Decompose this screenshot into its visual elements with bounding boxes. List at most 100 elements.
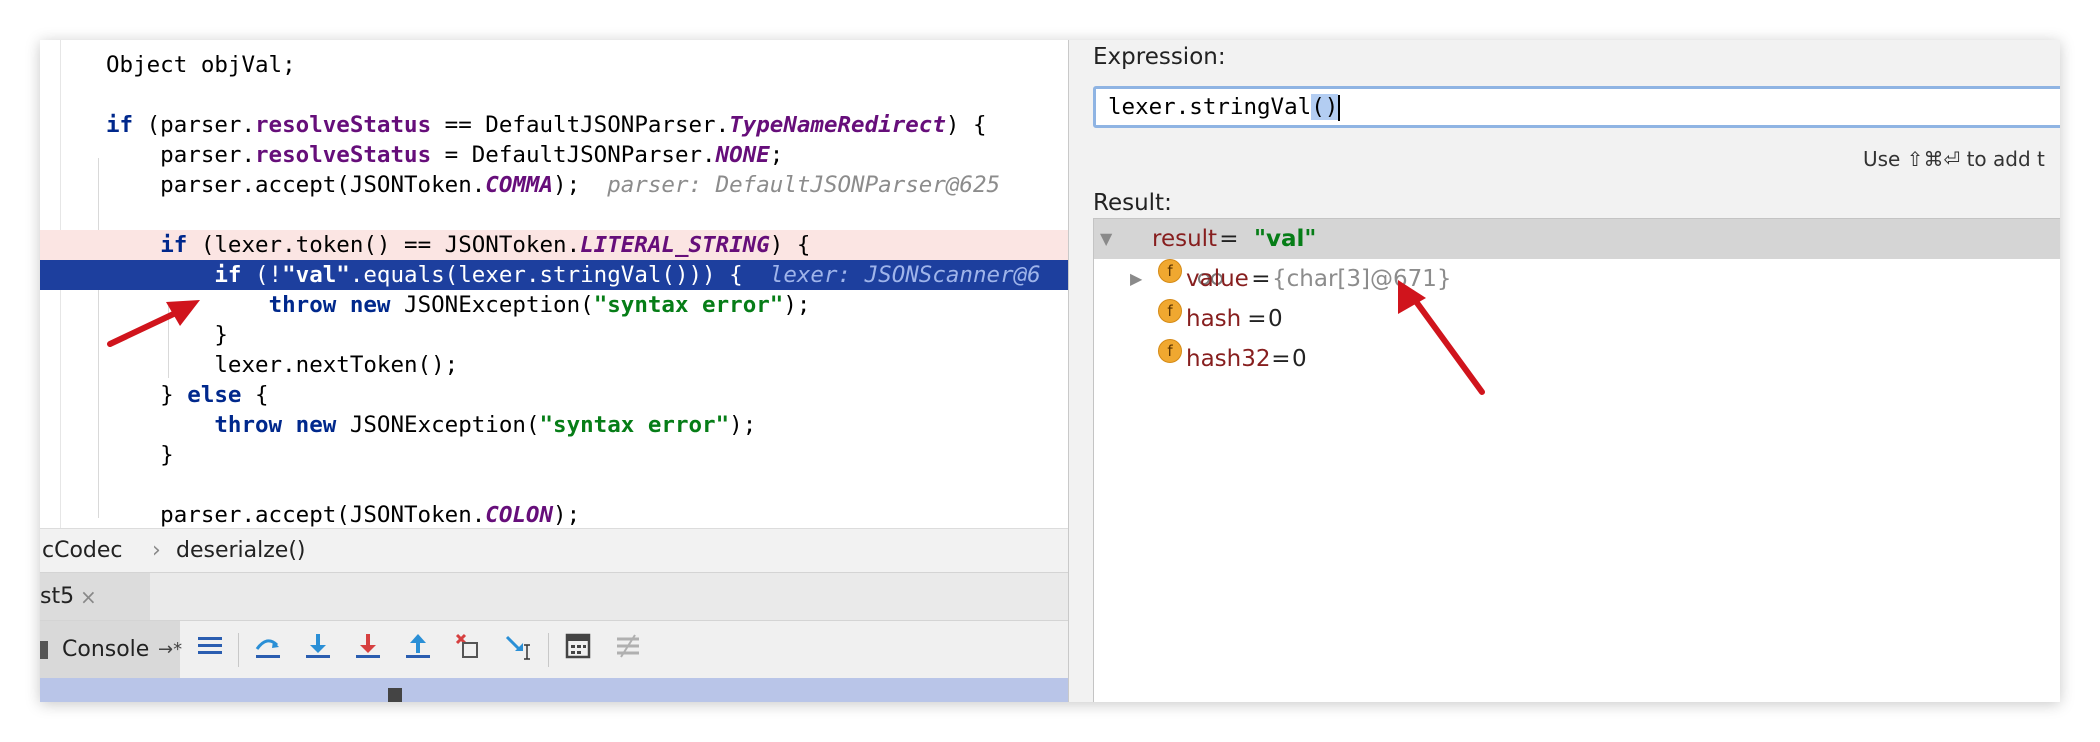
tree-row-hash[interactable]: f hash = 0	[1094, 299, 2060, 339]
code-line[interactable]: } else {	[40, 380, 1068, 410]
drop-frame-icon[interactable]	[448, 631, 488, 669]
code-line[interactable]	[40, 80, 1068, 110]
code-token: ) {	[945, 112, 987, 138]
collapse-arrow-icon[interactable]: ▼	[1100, 219, 1112, 259]
code-token: }	[106, 442, 174, 468]
tab-console[interactable]: Console →*	[40, 621, 182, 679]
code-line[interactable]: }	[40, 440, 1068, 470]
code-text: } else {	[106, 380, 269, 410]
code-text: if (lexer.token() == JSONToken.LITERAL_S…	[106, 230, 810, 260]
code-token: );	[783, 292, 811, 318]
code-token: (!	[241, 262, 283, 288]
code-token: "val"	[282, 262, 350, 288]
code-token: COLON	[485, 502, 554, 528]
console-icon	[40, 641, 48, 659]
breadcrumb-method[interactable]: deserialze()	[176, 529, 306, 573]
field-icon: f	[1158, 259, 1182, 283]
tree-row-result[interactable]: ▼ result = "val"	[1094, 219, 2060, 285]
close-icon[interactable]: ×	[80, 573, 97, 621]
debugger-toolbar: Console →*	[40, 620, 1068, 679]
code-token: (parser.	[133, 112, 256, 138]
code-line[interactable]	[40, 470, 1068, 500]
code-token: );	[553, 172, 608, 198]
expand-arrow-icon[interactable]: ▶	[1130, 259, 1142, 299]
code-token: else	[187, 382, 242, 408]
execution-point-line[interactable]: if (!"val".equals(lexer.stringVal())) { …	[40, 260, 1068, 290]
tab-run-config[interactable]: st5 ×	[40, 573, 150, 621]
inline-debug-value: parser: DefaultJSONParser@625	[607, 172, 1001, 198]
code-token: COMMA	[485, 172, 554, 198]
code-token: ;	[769, 142, 784, 168]
pin-tab-icon[interactable]: →*	[158, 621, 182, 679]
toolbar-separator	[238, 633, 239, 667]
expression-text: lexer.stringVal()	[1108, 89, 1341, 125]
breadcrumb-separator-icon: ›	[152, 538, 161, 563]
code-line[interactable]: Object objVal;	[40, 50, 1068, 80]
run-to-cursor-icon[interactable]	[498, 631, 538, 669]
code-editor[interactable]: Object objVal; if (parser.resolveStatus =…	[40, 40, 1068, 528]
code-text: }	[106, 320, 228, 350]
code-text: if (!"val".equals(lexer.stringVal())) { …	[106, 260, 1040, 290]
code-token: {	[241, 382, 269, 408]
trace-stream-icon[interactable]	[608, 631, 648, 669]
result-value: "val"	[1254, 226, 1317, 252]
tree-row-value[interactable]: ▶ f value = {char[3]@671}	[1094, 259, 2060, 299]
code-token: }	[106, 382, 188, 408]
code-token: if	[106, 112, 134, 138]
code-text: throw new JSONException("syntax error");	[106, 290, 811, 320]
step-over-icon[interactable]	[248, 631, 288, 669]
step-out-icon[interactable]	[398, 631, 438, 669]
tree-row-hash32[interactable]: f hash32 = 0	[1094, 339, 2060, 379]
variables-icon	[388, 688, 402, 702]
code-token: JSONException(	[390, 292, 594, 318]
field-icon: f	[1158, 339, 1182, 363]
code-text: }	[106, 440, 174, 470]
code-token: resolveStatus	[255, 142, 432, 168]
code-line[interactable]: if (lexer.token() == JSONToken.LITERAL_S…	[40, 230, 1068, 260]
code-text: if (parser.resolveStatus == DefaultJSONP…	[106, 110, 987, 140]
result-tree[interactable]: ▼ result = "val" ▶ f value = {char[3]@67…	[1093, 218, 2060, 702]
code-line[interactable]: lexer.nextToken();	[40, 350, 1068, 380]
code-line[interactable]: parser.accept(JSONToken.COLON);	[40, 500, 1068, 528]
code-token: parser.accept(JSONToken.	[106, 172, 486, 198]
evaluate-expression-icon[interactable]	[558, 631, 598, 669]
code-text: Object objVal;	[106, 50, 296, 80]
breadcrumb: cCodec › deserialze()	[40, 528, 1068, 573]
variables-header	[40, 678, 1068, 702]
code-token: TypeNameRedirect	[729, 112, 946, 138]
debug-tab-row: st5 ×	[40, 572, 1068, 621]
expression-input[interactable]: lexer.stringVal()	[1093, 86, 2060, 128]
field-name: hash32	[1186, 346, 1271, 372]
code-token: == DefaultJSONParser.	[431, 112, 730, 138]
code-line[interactable]: parser.resolveStatus = DefaultJSONParser…	[40, 140, 1068, 170]
expression-selection: ()	[1311, 94, 1339, 120]
force-step-into-icon[interactable]	[348, 631, 388, 669]
code-token: Object objVal;	[106, 52, 296, 78]
step-into-icon[interactable]	[298, 631, 338, 669]
code-token: }	[106, 322, 228, 348]
code-line[interactable]: parser.accept(JSONToken.COMMA); parser: …	[40, 170, 1068, 200]
code-text: parser.accept(JSONToken.COLON);	[106, 500, 580, 528]
code-token: resolveStatus	[255, 112, 432, 138]
code-line[interactable]: if (parser.resolveStatus == DefaultJSONP…	[40, 110, 1068, 140]
code-token: (lexer.token() == JSONToken.	[187, 232, 581, 258]
restore-layout-icon[interactable]	[190, 631, 230, 669]
code-token: "syntax error"	[539, 412, 730, 438]
result-label: Result:	[1093, 190, 1172, 216]
breadcrumb-class[interactable]: cCodec	[42, 529, 123, 573]
code-line[interactable]: }	[40, 320, 1068, 350]
code-line[interactable]: throw new JSONException("syntax error");	[40, 410, 1068, 440]
code-token: parser.	[106, 142, 256, 168]
code-token: parser.accept(JSONToken.	[106, 502, 486, 528]
result-equals: =	[1212, 226, 1246, 252]
text-caret	[1338, 94, 1341, 121]
code-text: parser.accept(JSONToken.COMMA); parser: …	[106, 170, 1000, 200]
code-token: LITERAL_STRING	[580, 232, 770, 258]
code-line[interactable]	[40, 200, 1068, 230]
code-line[interactable]: throw new JSONException("syntax error");	[40, 290, 1068, 320]
evaluate-expression-panel: Expression: lexer.stringVal() Use ⇧⌘⏎ to…	[1068, 40, 2060, 702]
result-name: result	[1152, 226, 1218, 252]
